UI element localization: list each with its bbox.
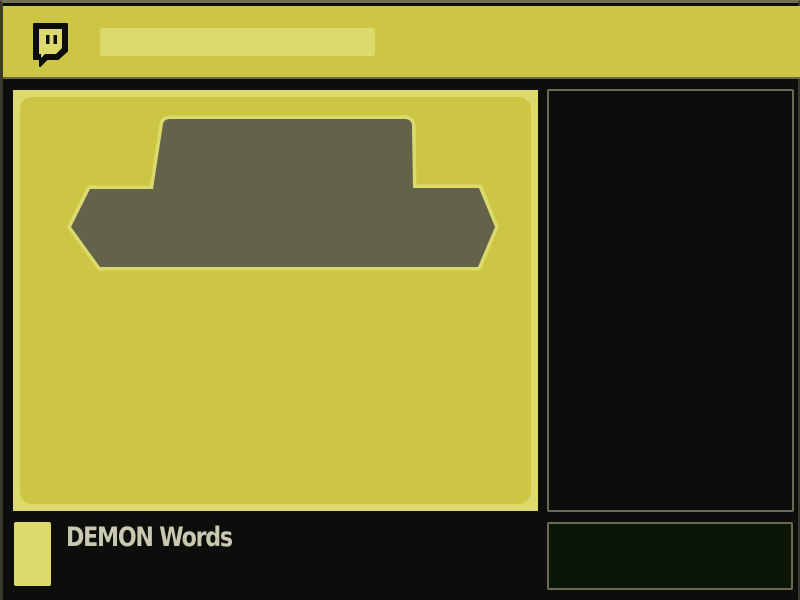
avatar[interactable] <box>14 522 51 586</box>
video-player[interactable] <box>13 90 538 511</box>
chat-input[interactable] <box>547 522 793 590</box>
app-window: DEMON Words <box>0 0 800 600</box>
chat-bubble-icon[interactable] <box>31 21 69 69</box>
chat-panel <box>547 89 794 512</box>
video-placeholder-shape <box>71 119 495 267</box>
video-screen[interactable] <box>20 97 531 504</box>
channel-name[interactable]: DEMON Words <box>66 522 233 553</box>
search-input[interactable] <box>100 28 375 56</box>
top-bar <box>3 6 800 79</box>
